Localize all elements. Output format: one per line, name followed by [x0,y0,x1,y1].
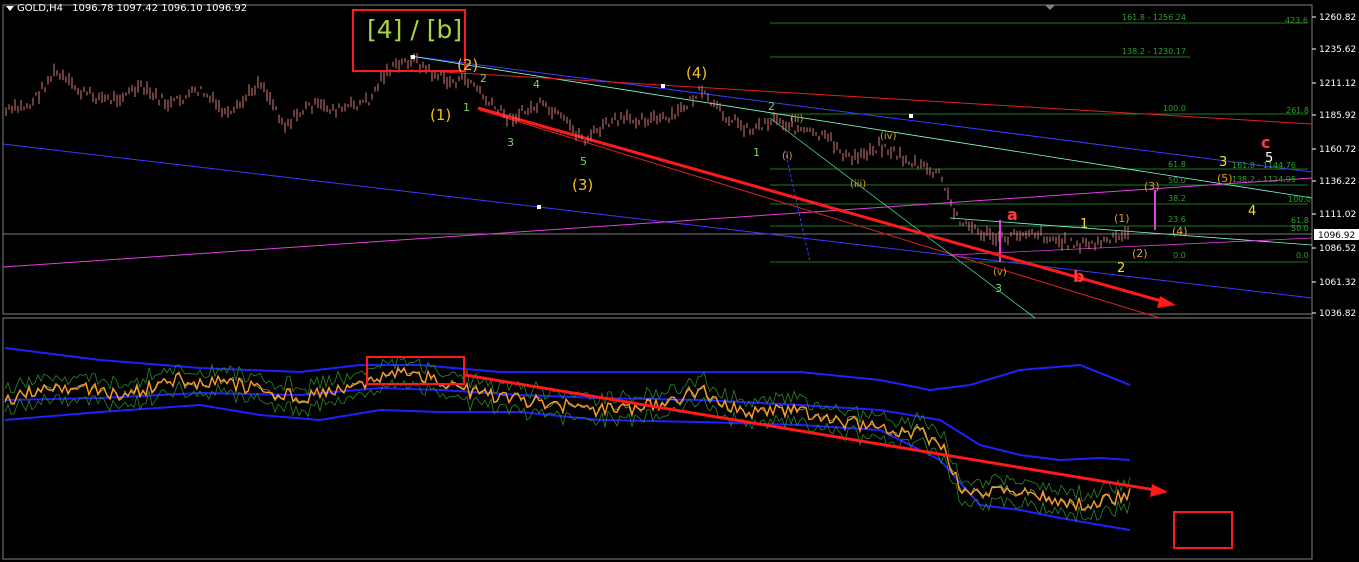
svg-text:2: 2 [480,72,487,85]
svg-text:(2): (2) [457,56,478,74]
svg-text:(2): (2) [1132,247,1148,260]
svg-text:(i): (i) [782,151,793,162]
price-tick-label: 1211.12 [1319,79,1356,89]
scroll-marker-icon[interactable] [1045,5,1055,10]
svg-text:a: a [1007,205,1018,224]
svg-text:1: 1 [753,146,760,159]
svg-text:1: 1 [1080,217,1088,232]
svg-text:261.8: 261.8 [1286,106,1309,115]
main-red-arrow [477,106,1176,308]
wave-4b-label: [4] / [b] [367,15,462,44]
price-axis: 1260.82 1235.62 1211.12 1185.92 1160.72 1136.… [1312,13,1356,319]
svg-text:(3): (3) [1144,180,1160,193]
svg-text:4: 4 [1248,204,1256,219]
svg-text:5: 5 [580,155,587,168]
svg-text:(iii): (iii) [850,179,866,190]
svg-text:(3): (3) [572,176,593,194]
svg-text:(v): (v) [993,267,1007,278]
svg-text:(4): (4) [1172,225,1188,238]
price-tick-label: 1061.32 [1319,278,1356,288]
price-tick-label: 1111.02 [1319,210,1356,220]
svg-text:100.0: 100.0 [1163,104,1186,113]
svg-text:61.8: 61.8 [1168,160,1186,169]
svg-text:423.6: 423.6 [1285,16,1308,25]
current-price-tag: 1096.92 [1314,229,1359,241]
indicator-frame [2,317,1313,560]
price-tick-label: 1235.62 [1319,45,1356,55]
dropdown-icon[interactable] [6,5,14,11]
svg-text:0.0: 0.0 [1173,251,1186,260]
svg-text:161.8 - 1256.24: 161.8 - 1256.24 [1122,13,1186,22]
svg-text:2: 2 [768,100,775,113]
svg-text:161.8 - 1144.76: 161.8 - 1144.76 [1232,161,1296,170]
svg-text:b: b [1073,267,1084,286]
fib-labels: 161.8 - 1256.24 423.6 138.2 - 1230.17 10… [1122,13,1311,260]
price-tick-label: 1185.92 [1319,111,1356,121]
symbol-label: GOLD,H4 [17,3,63,14]
svg-text:(5): (5) [1217,172,1233,185]
svg-text:38.2: 38.2 [1168,194,1186,203]
osc-red-arrow [464,373,1168,497]
price-tick-label: 1160.72 [1319,145,1356,155]
svg-text:3: 3 [507,136,514,149]
svg-text:3: 3 [995,282,1002,295]
svg-text:138.2 - 1230.17: 138.2 - 1230.17 [1122,47,1186,56]
price-tick-label: 1260.82 [1319,13,1356,23]
svg-text:(1): (1) [430,106,451,124]
svg-text:4: 4 [533,78,540,91]
price-candles [5,52,1129,254]
svg-text:1: 1 [463,101,470,114]
roman-labels: (i) (ii) (iii) (iv) (v) [782,114,1007,278]
fib-levels [770,22,1308,263]
svg-text:23.6: 23.6 [1168,215,1186,224]
price-tick-label: 1136.22 [1319,177,1356,187]
oscillator-panel [4,347,1131,531]
price-tick-label: 1036.82 [1319,309,1356,319]
svg-text:c: c [1261,133,1270,152]
svg-text:(iv): (iv) [880,131,897,142]
chart-canvas[interactable]: [4] / [b] (2) (1) (3) (4) 1 2 3 4 5 1 2 … [0,0,1359,562]
svg-text:2: 2 [1117,261,1125,276]
svg-text:(4): (4) [686,64,707,82]
svg-text:138.2 - 1124.95: 138.2 - 1124.95 [1232,175,1296,184]
svg-text:(1): (1) [1114,212,1130,225]
ohlc-values: 1096.78 1097.42 1096.10 1096.92 [72,3,248,14]
svg-text:1096.92: 1096.92 [1318,231,1355,241]
trend-lines [2,55,1313,319]
osc-highlight-box [366,356,465,385]
target-box [1173,511,1233,549]
svg-text:0.0: 0.0 [1296,251,1309,260]
svg-text:(ii): (ii) [790,114,803,125]
svg-text:100.0: 100.0 [1288,195,1311,204]
svg-text:50.0: 50.0 [1291,224,1309,233]
svg-text:3: 3 [1219,155,1227,170]
svg-text:50.0: 50.0 [1168,176,1186,185]
price-tick-label: 1086.52 [1319,244,1356,254]
chart-header: GOLD,H4 1096.78 1097.42 1096.10 1096.92 [6,3,247,14]
